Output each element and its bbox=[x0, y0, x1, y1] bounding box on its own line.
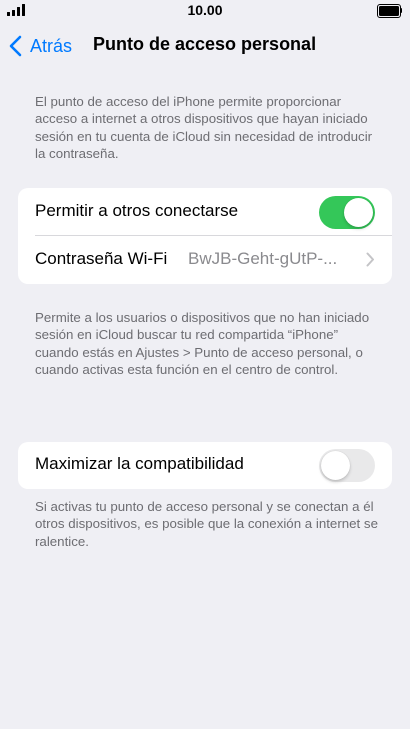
maximize-compatibility-toggle[interactable] bbox=[319, 449, 375, 482]
status-bar: 10.00 bbox=[0, 0, 410, 22]
allow-others-toggle[interactable] bbox=[319, 196, 375, 229]
wifi-password-value: BwJB-Geht-gUtP-... bbox=[188, 249, 338, 268]
page-title: Punto de acceso personal bbox=[93, 34, 317, 54]
wifi-password-row[interactable]: Contraseña Wi-Fi BwJB-Geht-gUtP-... bbox=[18, 236, 392, 284]
compatibility-group: Maximizar la compatibilidad bbox=[18, 442, 392, 489]
battery-icon bbox=[377, 4, 402, 18]
toggle-knob bbox=[321, 451, 350, 480]
maximize-compatibility-row: Maximizar la compatibilidad bbox=[18, 442, 392, 489]
toggle-knob bbox=[344, 198, 373, 227]
hotspot-settings-group: Permitir a otros conectarse Contraseña W… bbox=[18, 188, 392, 284]
back-chevron-icon bbox=[9, 35, 22, 57]
chevron-right-icon bbox=[366, 252, 374, 267]
allow-others-label: Permitir a otros conectarse bbox=[35, 201, 239, 220]
navigation-bar: Atrás Punto de acceso personal bbox=[0, 26, 410, 66]
wifi-password-label: Contraseña Wi-Fi bbox=[35, 249, 168, 268]
allow-others-description: Permite a los usuarios o dispositivos qu… bbox=[35, 310, 370, 377]
back-button[interactable]: Atrás bbox=[8, 34, 72, 58]
allow-others-row: Permitir a otros conectarse bbox=[18, 188, 392, 236]
status-time: 10.00 bbox=[187, 2, 223, 18]
compatibility-description: Si activas tu punto de acceso personal y… bbox=[35, 499, 378, 549]
maximize-compatibility-label: Maximizar la compatibilidad bbox=[35, 454, 244, 473]
intro-description: El punto de acceso del iPhone permite pr… bbox=[35, 94, 373, 161]
back-label: Atrás bbox=[30, 35, 73, 56]
